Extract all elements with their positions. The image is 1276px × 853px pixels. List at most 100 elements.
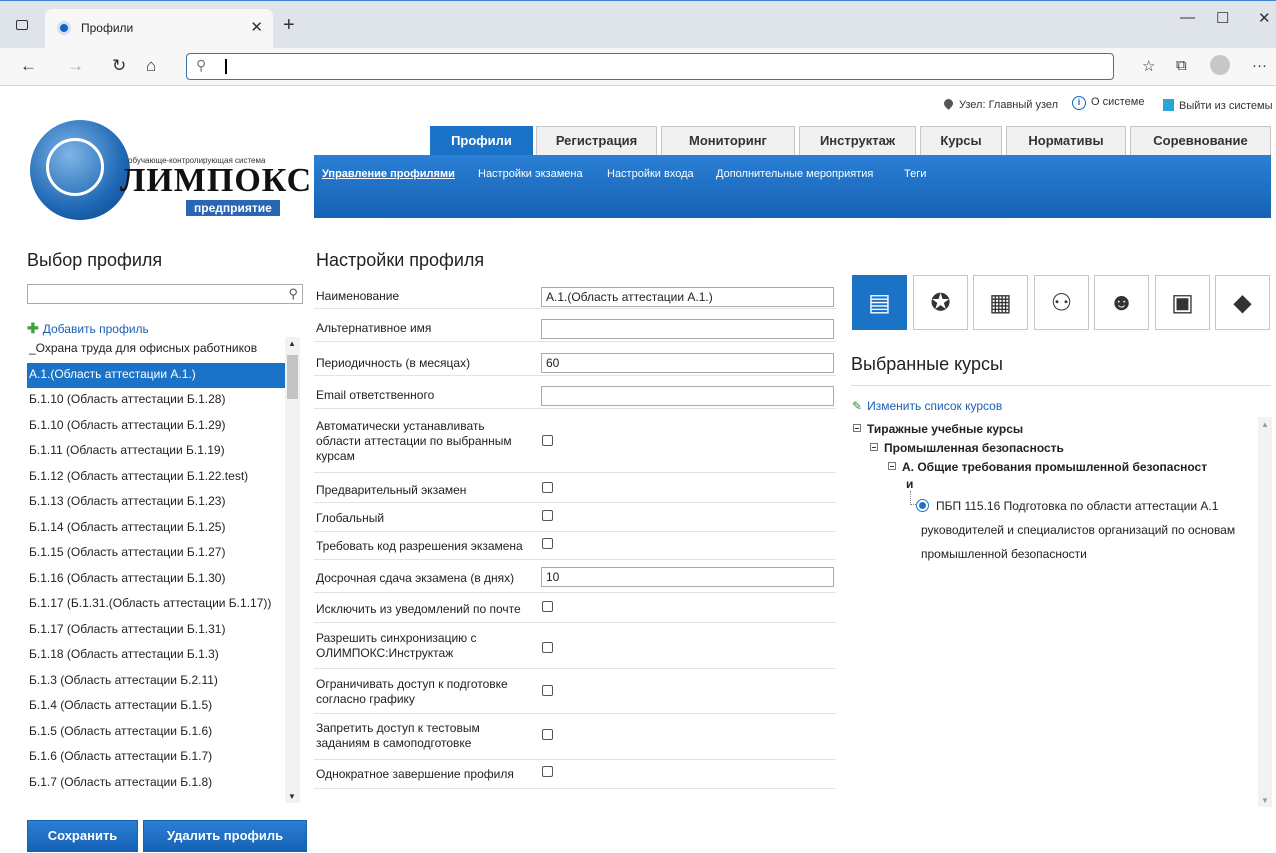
profile-list-item[interactable]: Б.1.10 (Область аттестации Б.1.28) [27,388,285,414]
new-tab-icon[interactable]: + [283,14,295,37]
tab-instruction[interactable]: Инструктаж [799,126,916,156]
email-input[interactable] [541,386,834,406]
tab-competition[interactable]: Соревнование [1130,126,1271,156]
setting-row-early: Досрочная сдача экзамена (в днях) 10 [314,560,836,593]
global-checkbox[interactable] [542,510,553,521]
exclude-mail-checkbox[interactable] [542,601,553,612]
setting-row-code: Требовать код разрешения экзамена [314,532,836,560]
maximize-icon[interactable]: ☐ [1216,9,1229,27]
profile-list-item[interactable]: Б.1.6 (Область аттестации Б.1.7) [27,745,285,771]
close-tab-icon[interactable]: ✕ [250,18,263,36]
logo[interactable]: обучающе-контролирующая система ЛИМПОКС … [28,118,311,228]
subtab-exam-settings[interactable]: Настройки экзамена [478,168,583,180]
save-button[interactable]: Сохранить [27,820,138,852]
profile-list-item[interactable]: Б.1.7 (Область аттестации Б.1.8) [27,771,285,797]
favorites-icon[interactable]: ☆ [1142,57,1155,75]
scroll-down-icon[interactable]: ▼ [1261,796,1269,805]
profile-list-item[interactable]: А.1.(Область аттестации А.1.) [27,362,285,388]
delete-profile-button[interactable]: Удалить профиль [143,820,307,852]
tags-button[interactable]: ◆ [1215,275,1270,330]
subtab-profile-management[interactable]: Управление профилями [322,168,455,180]
alt-name-input[interactable] [541,319,834,339]
scroll-down-icon[interactable]: ▼ [288,792,296,801]
profile-list-item[interactable]: Б.1.13 (Область аттестации Б.1.23) [27,490,285,516]
add-profile-link[interactable]: ✚ Добавить профиль [27,320,149,337]
minimize-icon[interactable]: — [1180,9,1195,26]
profile-list-item[interactable]: Б.1.14 (Область аттестации Б.1.25) [27,516,285,542]
course-item-line1[interactable]: ПБП 115.16 Подготовка по области аттеста… [936,499,1218,513]
auto-areas-checkbox[interactable] [542,435,553,446]
profile-list-item[interactable]: Б.1.10 (Область аттестации Б.1.29) [27,414,285,440]
profile-list-item[interactable]: Б.1.4 (Область аттестации Б.1.5) [27,694,285,720]
profile-search-input[interactable]: ⚲ [27,284,303,304]
setting-row-restrict: Ограничивать доступ к подготовке согласн… [314,669,836,714]
course-radio[interactable] [916,499,929,512]
more-icon[interactable]: ··· [1252,57,1267,74]
subtab-additional-events[interactable]: Дополнительные мероприятия [716,168,873,180]
email-label: Email ответственного [316,388,435,402]
profile-list-item[interactable]: _Охрана труда для офисных работников [27,337,285,363]
about-link[interactable]: i О системе [1072,96,1144,110]
window-menu-icon[interactable] [16,20,28,30]
selected-courses-title: Выбранные курсы [851,354,1003,374]
tab-norms[interactable]: Нормативы [1006,126,1126,156]
name-label: Наименование [316,289,400,303]
tree-node-level3[interactable]: А. Общие требования промышленной безопас… [888,460,1207,474]
calendar-button[interactable]: ▣ [1155,275,1210,330]
tab-profiles[interactable]: Профили [430,126,533,156]
period-input[interactable]: 60 [541,353,834,373]
subtab-login-settings[interactable]: Настройки входа [607,168,694,180]
name-input[interactable]: А.1.(Область аттестации А.1.) [541,287,834,307]
tree-node-level1[interactable]: Тиражные учебные курсы [853,422,1023,436]
scroll-up-icon[interactable]: ▲ [288,339,296,348]
tab-registration[interactable]: Регистрация [536,126,657,156]
home-icon[interactable]: ⌂ [146,56,156,76]
profile-list-item[interactable]: Б.1.18 (Область аттестации Б.1.3) [27,643,285,669]
collections-icon[interactable]: ⧉ [1176,57,1187,74]
subtab-tags[interactable]: Теги [904,168,926,180]
early-exam-input[interactable]: 10 [541,567,834,587]
courses-tree-scrollbar[interactable]: ▲ ▼ [1258,417,1272,807]
profile-list-item[interactable]: Б.1.17 (Область аттестации Б.1.31) [27,618,285,644]
url-input[interactable]: ⚲ [186,53,1114,80]
scroll-up-icon[interactable]: ▲ [1261,420,1269,429]
browser-tab[interactable]: Профили ✕ [45,9,273,49]
courses-button[interactable]: ▤ [852,275,907,330]
collapse-icon[interactable] [888,462,896,470]
text-caret [225,59,227,74]
forward-icon[interactable]: → [67,56,84,76]
tab-courses[interactable]: Курсы [920,126,1002,156]
profile-list-item[interactable]: Б.1.15 (Область аттестации Б.1.27) [27,541,285,567]
hierarchy-button[interactable]: ⚇ [1034,275,1089,330]
sync-checkbox[interactable] [542,642,553,653]
collapse-icon[interactable] [870,443,878,451]
profile-list-item[interactable]: Б.1.5 (Область аттестации Б.1.6) [27,720,285,746]
restrict-schedule-checkbox[interactable] [542,685,553,696]
tab-monitoring[interactable]: Мониторинг [661,126,795,156]
edit-courses-link[interactable]: ✎ Изменить список курсов [852,399,1002,413]
setting-row-name: Наименование А.1.(Область аттестации А.1… [314,284,836,309]
logo-name: ЛИМПОКС [120,162,313,199]
back-icon[interactable]: ← [20,56,37,76]
profile-list-scrollbar[interactable]: ▲ ▼ [285,337,300,803]
logout-link[interactable]: Выйти из системы [1163,99,1273,112]
tree-node-level2[interactable]: Промышленная безопасность [870,441,1064,455]
prelim-exam-checkbox[interactable] [542,482,553,493]
profile-list-item[interactable]: Б.1.17 (Б.1.31.(Область аттестации Б.1.1… [27,592,285,618]
profile-list-item[interactable]: Б.1.16 (Область аттестации Б.1.30) [27,567,285,593]
scrollbar-thumb[interactable] [287,355,298,399]
single-completion-checkbox[interactable] [542,766,553,777]
node-link[interactable]: Узел: Главный узел [942,97,1058,111]
deny-tests-checkbox[interactable] [542,729,553,740]
profile-avatar-icon[interactable] [1210,55,1230,75]
workers-button[interactable]: ☻ [1094,275,1149,330]
profile-list-item[interactable]: Б.1.12 (Область аттестации Б.1.22.test) [27,465,285,491]
profile-list-item[interactable]: Б.1.11 (Область аттестации Б.1.19) [27,439,285,465]
profile-list-item[interactable]: Б.1.3 (Область аттестации Б.2.11) [27,669,285,695]
close-window-icon[interactable]: ✕ [1258,9,1271,27]
exam-code-checkbox[interactable] [542,538,553,549]
certificate-button[interactable]: ✪ [913,275,968,330]
refresh-icon[interactable]: ↻ [112,56,126,76]
building-button[interactable]: ▦ [973,275,1028,330]
collapse-icon[interactable] [853,424,861,432]
